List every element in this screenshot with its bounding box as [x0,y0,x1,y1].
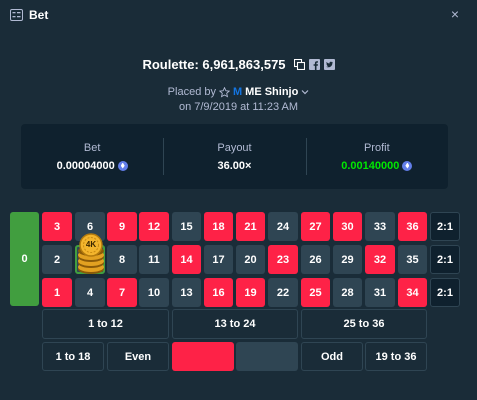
black-bet[interactable] [236,342,298,371]
stat-bet-label: Bet [83,141,101,154]
column-bet-top[interactable]: 2:1 [430,212,460,241]
cell-number[interactable]: 13 [172,278,201,307]
cell-number[interactable]: 25 [301,278,330,307]
placed-by-row: Placed by M ME Shinjo [0,86,477,98]
user-badge: M [232,86,243,98]
stat-profit-value-row: 0.00140000 [341,159,413,172]
cell-number[interactable]: 5 [75,245,105,274]
cell-number[interactable]: 7 [107,278,137,307]
cell-number[interactable]: 28 [333,278,362,307]
ethereum-icon [402,160,413,171]
cell-number[interactable]: 23 [268,245,298,274]
cell-number[interactable]: 12 [139,212,169,241]
column-bet-middle[interactable]: 2:1 [430,245,460,274]
cell-number[interactable]: 1 [42,278,72,307]
cell-number[interactable]: 35 [398,245,427,274]
stat-profit: Profit 0.00140000 [305,124,448,189]
stat-bet-value: 0.00004000 [56,159,115,172]
cell-number[interactable]: 32 [365,245,395,274]
star-icon [218,86,230,98]
cell-number[interactable]: 21 [236,212,265,241]
cell-number[interactable]: 22 [268,278,298,307]
cell-number[interactable]: 2 [42,245,72,274]
copy-icon[interactable] [293,59,305,70]
cell-number[interactable]: 36 [398,212,427,241]
bet-slip-icon [10,9,23,21]
cell-number[interactable]: 4 [75,278,105,307]
cell-number[interactable]: 14 [172,245,201,274]
stat-payout: Payout 36.00× [163,124,305,189]
bet-date: on 7/9/2019 at 11:23 AM [178,101,299,113]
chevron-down-icon[interactable] [301,88,309,96]
cell-number[interactable]: 26 [301,245,330,274]
modal-header: Bet × [0,0,477,30]
cell-number[interactable]: 17 [204,245,233,274]
ethereum-icon [117,160,128,171]
cell-number[interactable]: 8 [107,245,137,274]
cell-number[interactable]: 27 [301,212,330,241]
cell-zero[interactable]: 0 [10,212,39,306]
twitter-icon[interactable] [323,59,335,70]
stat-payout-value: 36.00× [217,159,252,172]
low-bet[interactable]: 1 to 18 [42,342,104,371]
stat-payout-label: Payout [217,141,252,154]
cell-number[interactable]: 31 [365,278,395,307]
stat-profit-value: 0.00140000 [341,159,400,172]
cell-number[interactable]: 3 [42,212,72,241]
bet-id-row: Roulette: 6,961,863,575 [0,57,477,72]
cell-number[interactable]: 16 [204,278,233,307]
red-bet[interactable] [172,342,234,371]
modal-title: Bet [29,8,49,22]
bet-stats-panel: Bet 0.00004000 Payout 36.00× Profit 0.00… [21,124,448,189]
cell-number[interactable]: 30 [333,212,362,241]
cell-number[interactable]: 24 [268,212,298,241]
dozen-bet-first[interactable]: 1 to 12 [42,309,169,339]
stat-profit-label: Profit [363,141,390,154]
cell-number[interactable]: 33 [365,212,395,241]
dozen-bet-third[interactable]: 25 to 36 [301,309,427,339]
odd-bet[interactable]: Odd [301,342,363,371]
cell-number[interactable]: 6 [75,212,105,241]
cell-number[interactable]: 34 [398,278,427,307]
cell-number[interactable]: 18 [204,212,233,241]
stat-bet: Bet 0.00004000 [21,124,163,189]
username-link[interactable]: ME Shinjo [245,86,298,98]
cell-number[interactable]: 9 [107,212,137,241]
even-bet[interactable]: Even [107,342,169,371]
high-bet[interactable]: 19 to 36 [365,342,427,371]
cell-number[interactable]: 19 [236,278,265,307]
cell-number[interactable]: 29 [333,245,362,274]
cell-number[interactable]: 11 [139,245,169,274]
column-bet-bottom[interactable]: 2:1 [430,278,460,307]
cell-number[interactable]: 15 [172,212,201,241]
close-icon[interactable]: × [449,6,461,22]
chip-label: 4K [85,240,97,249]
bet-id-label: Roulette: 6,961,863,575 [142,57,286,72]
stat-bet-value-row: 0.00004000 [57,160,128,172]
facebook-icon[interactable] [308,59,320,70]
cell-number[interactable]: 20 [236,245,265,274]
placed-by-label: Placed by [167,86,216,98]
dozen-bet-second[interactable]: 13 to 24 [172,309,298,339]
cell-number[interactable]: 10 [139,278,169,307]
